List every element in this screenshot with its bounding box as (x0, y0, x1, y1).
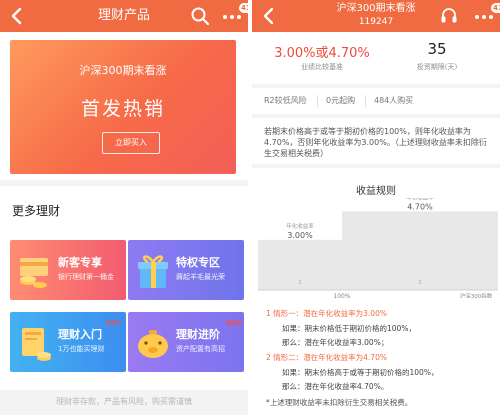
risk-disclaimer: 理财非存款，产品有风险，购买需谨慎 (56, 397, 192, 406)
product-detail-screen: 沪深300期末看涨 119247 41 3.00%或4.70% 业绩比较基准 3… (252, 0, 500, 415)
card-name: 新客专享 (58, 256, 102, 269)
rule-then-1: 那么：潜在年化收益率3.00%； (282, 338, 389, 347)
divider (365, 95, 366, 107)
divider (317, 95, 318, 107)
notification-badge: 41 (239, 3, 248, 13)
rule-case-2: 2 情形二：潜在年化收益率为4.70% (266, 353, 387, 362)
banner-subtitle: 沪深300期末看涨 (79, 64, 167, 77)
banner-headline: 首发热销 (80, 98, 165, 120)
product-stats: 3.00%或4.70% 业绩比较基准 35 投资期限(天) (252, 32, 500, 84)
header-bar: 理财产品 41 (0, 0, 248, 32)
new-tag: NEW (226, 320, 242, 327)
card-name: 理财入门 (58, 328, 102, 341)
description-text: 若期末价格高于或等于期初价格的100%，则年化收益率为4.70%，否则年化收益率… (264, 127, 487, 158)
yield-rule-chart: 收益规则 年化收益率 3.00% 年化收益率 4.70% 100% 沪深300指数 1 2 (252, 168, 500, 300)
product-title: 沪深300期末看涨 (336, 3, 416, 14)
rule-case-1: 1 情形一：潜在年化收益率为3.00% (266, 309, 387, 318)
rule-then-2: 那么：潜在年化收益率4.70%。 (282, 382, 389, 391)
gift-card-icon (20, 258, 48, 288)
product-category-grid: 新客专享 银行理财第一桶金 特权专区 薅起羊毛最光荣 理财入门 1万也能买理财 (0, 230, 248, 390)
product-code: 119247 (358, 17, 394, 27)
segment-value: 3.00% (287, 231, 313, 240)
card-privilege[interactable]: 特权专区 薅起羊毛最光荣 (128, 240, 244, 300)
card-name: 理财进阶 (176, 328, 220, 341)
more-icon[interactable] (474, 10, 494, 22)
card-desc: 1万也能买理财 (58, 345, 105, 353)
page-title: 理财产品 (97, 8, 150, 23)
more-finance-header: 更多理财 (0, 186, 248, 230)
customer-service-icon[interactable] (440, 6, 458, 26)
card-beginner[interactable]: 理财入门 1万也能买理财 HOT (10, 312, 126, 372)
x-axis-label: 沪深300指数 (460, 292, 493, 298)
segment-label: 年化收益率 (406, 198, 434, 201)
yield-description: 若期末价格高于或等于期初价格的100%，则年化收益率为4.70%，否则年化收益率… (252, 118, 500, 164)
investment-term: 35 (427, 40, 447, 58)
segment-mark: 2 (418, 280, 422, 286)
product-tags: R2较低风险 0元起购 484人购买 (252, 88, 500, 114)
buy-now-button[interactable]: 立即买入 (102, 132, 160, 154)
yield-rate: 3.00%或4.70% (274, 46, 370, 61)
hot-tag: HOT (106, 320, 121, 327)
card-name: 特权专区 (176, 256, 220, 269)
segment-label: 年化收益率 (286, 222, 314, 230)
segment-value: 4.70% (407, 202, 433, 211)
step-chart: 年化收益率3.00%年化收益率4.70%100% 沪深300指数1 2 (258, 198, 498, 298)
yield-rules-list: 1 情形一：潜在年化收益率为3.00% 如果：期末价格低于期初价格的100%， … (252, 300, 500, 415)
card-desc: 资产配置有高招 (176, 345, 225, 353)
card-advanced[interactable]: 理财进阶 资产配置有高招 NEW (128, 312, 244, 372)
section-title: 更多理财 (12, 204, 61, 218)
card-desc: 银行理财第一桶金 (58, 273, 114, 281)
more-icon[interactable] (222, 10, 242, 22)
min-purchase-tag: 0元起购 (326, 96, 356, 105)
investment-term-label: 投资期限(天) (416, 63, 458, 71)
gift-box-icon (138, 255, 168, 288)
product-list-screen: 理财产品 41 沪深300期末看涨 首发热销 立即买入 更多理财 (0, 0, 248, 415)
rule-if-2: 如果：期末价格高于或等于期初价格的100%， (282, 368, 439, 377)
detail-header-bar: 沪深300期末看涨 119247 41 (252, 0, 500, 32)
book-icon (22, 328, 51, 361)
segment-mark: 1 (298, 280, 302, 286)
yield-rate-label: 业绩比较基准 (301, 63, 343, 71)
search-icon[interactable] (190, 6, 210, 26)
step-area-2 (342, 211, 498, 290)
promo-banner[interactable]: 沪深300期末看涨 首发热销 立即买入 (10, 40, 236, 174)
risk-tag: R2较低风险 (264, 96, 307, 105)
buyers-tag: 484人购买 (374, 96, 414, 105)
rule-if-1: 如果：期末价格低于期初价格的100%， (282, 324, 416, 333)
piggy-bank-icon (138, 330, 168, 358)
card-new-customer[interactable]: 新客专享 银行理财第一桶金 (10, 240, 126, 300)
x-tick-label: 100% (333, 293, 350, 298)
notification-badge: 41 (491, 3, 500, 13)
chart-title: 收益规则 (356, 186, 396, 197)
rule-footnote: *上述理财收益率未扣除衍生交易相关税费。 (266, 398, 413, 407)
banner-section: 沪深300期末看涨 首发热销 立即买入 (0, 32, 248, 180)
card-desc: 薅起羊毛最光荣 (176, 273, 225, 281)
